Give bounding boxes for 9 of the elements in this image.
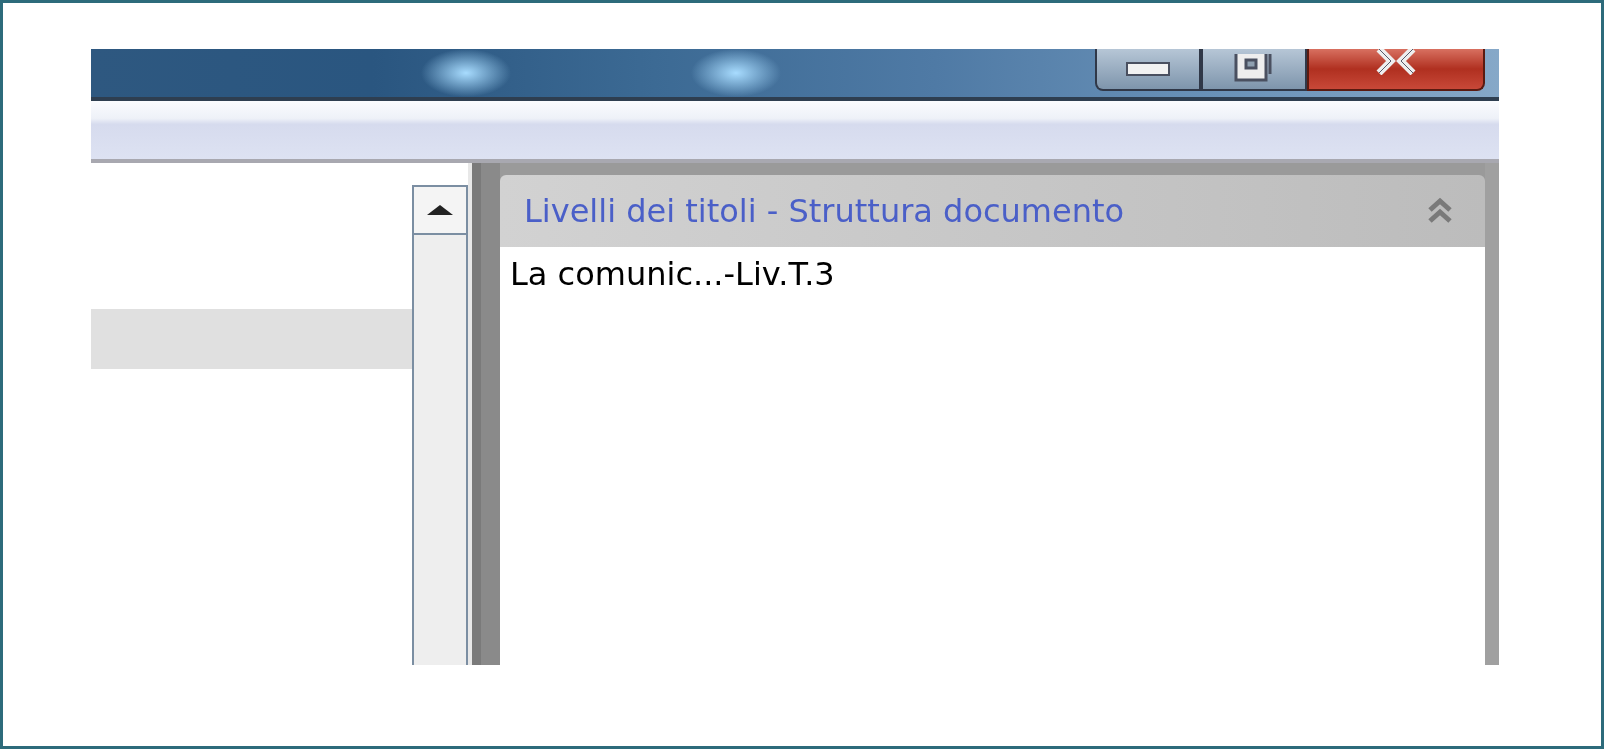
minimize-icon	[1126, 62, 1170, 76]
panel-title: Livelli dei titoli - Struttura documento	[524, 192, 1125, 230]
scroll-up-button[interactable]	[414, 187, 466, 235]
outline-item[interactable]: La comunic...-Liv.T.3	[510, 255, 1475, 293]
minimize-button[interactable]	[1095, 49, 1201, 91]
maximize-button[interactable]	[1201, 49, 1307, 91]
scrollbar[interactable]	[412, 185, 468, 665]
up-arrow-icon	[427, 205, 453, 215]
close-button[interactable]	[1307, 49, 1485, 91]
